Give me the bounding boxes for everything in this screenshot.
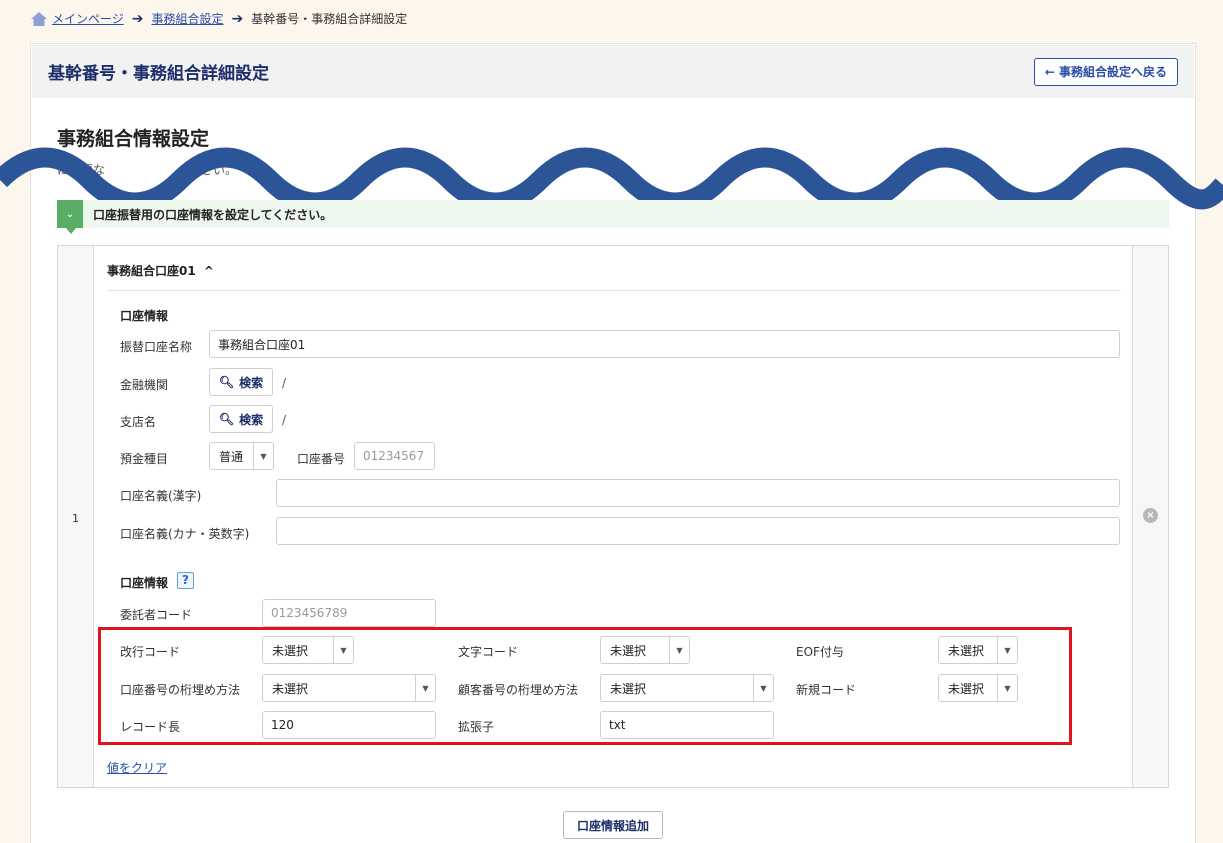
- add-account-button[interactable]: 口座情報追加: [563, 811, 663, 839]
- bank-label: 金融機関: [120, 378, 169, 392]
- remove-column: ×: [1132, 246, 1168, 787]
- deposit-type-label: 預金種目: [120, 452, 169, 466]
- notice-text: 口座振替用の口座情報を設定してください。: [93, 207, 333, 222]
- arrow-right-icon: ➔: [231, 10, 244, 27]
- branch-label: 支店名: [120, 415, 157, 429]
- consignor-code-input[interactable]: 0123456789: [262, 599, 436, 627]
- holder-kana-label: 口座名義(カナ・英数字): [120, 527, 250, 541]
- breadcrumb-home-link[interactable]: メインページ: [52, 10, 124, 27]
- search-icon: 🔍︎: [218, 412, 235, 426]
- back-to-union-settings-button[interactable]: ← 事務組合設定へ戻る: [1033, 57, 1178, 86]
- search-label: 検索: [239, 375, 264, 390]
- bank-search-button[interactable]: 🔍︎ 検索: [209, 368, 273, 396]
- page-title: 基幹番号・事務組合詳細設定: [48, 64, 269, 84]
- account-number-input[interactable]: 01234567: [354, 442, 435, 470]
- chevron-down-icon: ▼: [253, 443, 273, 469]
- home-icon[interactable]: [30, 11, 48, 27]
- account-heading[interactable]: 事務組合口座01 ^: [107, 262, 214, 279]
- transfer-name-input[interactable]: 事務組合口座01: [209, 330, 1120, 358]
- breadcrumb-current: 基幹番号・事務組合詳細設定: [251, 12, 408, 26]
- highlight-box: [98, 627, 1072, 745]
- bank-slash: /: [282, 376, 287, 390]
- arrow-left-icon: ←: [1044, 64, 1055, 79]
- consignor-code-label: 委託者コード: [120, 608, 193, 622]
- back-button-label: 事務組合設定へ戻る: [1058, 65, 1167, 79]
- holder-kanji-input[interactable]: [276, 479, 1120, 507]
- breadcrumb-union-settings-link[interactable]: 事務組合設定: [152, 10, 224, 27]
- chevron-down-icon: ⌄: [57, 200, 83, 234]
- divider: [107, 290, 1121, 291]
- deposit-type-value: 普通: [219, 449, 244, 464]
- chevron-up-icon: ^: [203, 264, 214, 278]
- deposit-type-select[interactable]: 普通 ▼: [209, 442, 274, 470]
- account-index: 1: [72, 512, 79, 525]
- clear-values-link[interactable]: 値をクリア: [107, 759, 167, 776]
- page-header: 基幹番号・事務組合詳細設定 ← 事務組合設定へ戻る: [32, 45, 1194, 98]
- account-info2-label: 口座情報: [120, 576, 169, 590]
- breadcrumb: メインページ ➔ 事務組合設定 ➔ 基幹番号・事務組合詳細設定: [30, 10, 407, 27]
- account-info-label: 口座情報: [120, 309, 169, 323]
- index-column: 1: [58, 246, 94, 787]
- branch-search-button[interactable]: 🔍︎ 検索: [209, 405, 273, 433]
- search-icon: 🔍︎: [218, 375, 235, 389]
- holder-kanji-label: 口座名義(漢字): [120, 489, 202, 503]
- holder-kana-input[interactable]: [276, 517, 1120, 545]
- search-label: 検索: [239, 412, 264, 427]
- account-number-label: 口座番号: [297, 452, 346, 466]
- branch-slash: /: [282, 413, 287, 427]
- remove-icon[interactable]: ×: [1143, 508, 1158, 523]
- help-icon[interactable]: ?: [177, 572, 194, 589]
- transfer-name-label: 振替口座名称: [120, 340, 193, 354]
- arrow-right-icon: ➔: [131, 10, 144, 27]
- notice-banner: ⌄ 口座振替用の口座情報を設定してください。: [57, 200, 1169, 234]
- account-heading-text: 事務組合口座01: [107, 264, 196, 278]
